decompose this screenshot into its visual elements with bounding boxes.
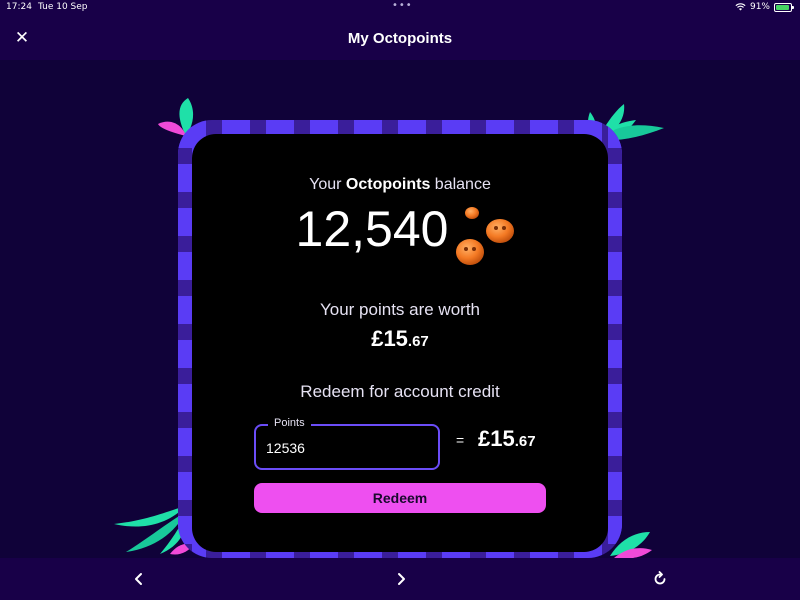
worth-value-fraction: .67 <box>407 333 429 350</box>
balance-heading-prefix: Your <box>309 176 346 193</box>
status-date: Tue 10 Sep <box>38 2 88 12</box>
credit-value-fraction: .67 <box>514 433 536 450</box>
wifi-icon <box>735 3 746 11</box>
worth-value-main: £15 <box>371 326 408 351</box>
redeem-button[interactable]: Redeem <box>254 483 546 513</box>
points-input[interactable]: Points 12536 <box>254 417 440 470</box>
multitasking-dots-icon[interactable]: ••• <box>392 0 413 11</box>
points-balance-value: 12,540 <box>295 201 449 257</box>
top-area: 17:24 Tue 10 Sep ••• 91% ✕ My Octopoints <box>0 0 800 60</box>
worth-heading: Your points are worth <box>319 300 481 319</box>
coins-icon <box>456 207 514 265</box>
status-indicators: 91% <box>735 2 794 12</box>
chevron-left-icon <box>135 573 142 585</box>
battery-icon <box>774 2 794 12</box>
status-time: 17:24 <box>6 2 32 12</box>
redeem-heading: Redeem for account credit <box>300 382 500 401</box>
points-input-label: Points <box>268 417 311 429</box>
equals-sign: = <box>456 432 465 448</box>
credit-value: £15.67 <box>478 426 536 452</box>
balance-heading-brand: Octopoints <box>345 176 431 193</box>
reload-button[interactable] <box>649 568 671 590</box>
back-button[interactable] <box>128 568 150 590</box>
browser-toolbar <box>0 558 800 600</box>
page-title: My Octopoints <box>347 30 453 47</box>
battery-percent: 91% <box>749 2 770 12</box>
credit-value-main: £15 <box>478 426 515 451</box>
points-input-value[interactable]: 12536 <box>266 440 305 456</box>
octopoints-card: Your Octopoints balance 12,540 Your poin… <box>192 134 608 552</box>
points-worth-value: £15.67 <box>192 326 608 352</box>
balance-heading: Your Octopoints balance <box>192 176 608 194</box>
balance-heading-suffix: balance <box>430 176 491 193</box>
forward-button[interactable] <box>390 568 412 590</box>
reload-icon <box>654 571 666 585</box>
status-bar: 17:24 Tue 10 Sep ••• 91% <box>0 0 800 16</box>
chevron-right-icon <box>398 573 405 585</box>
